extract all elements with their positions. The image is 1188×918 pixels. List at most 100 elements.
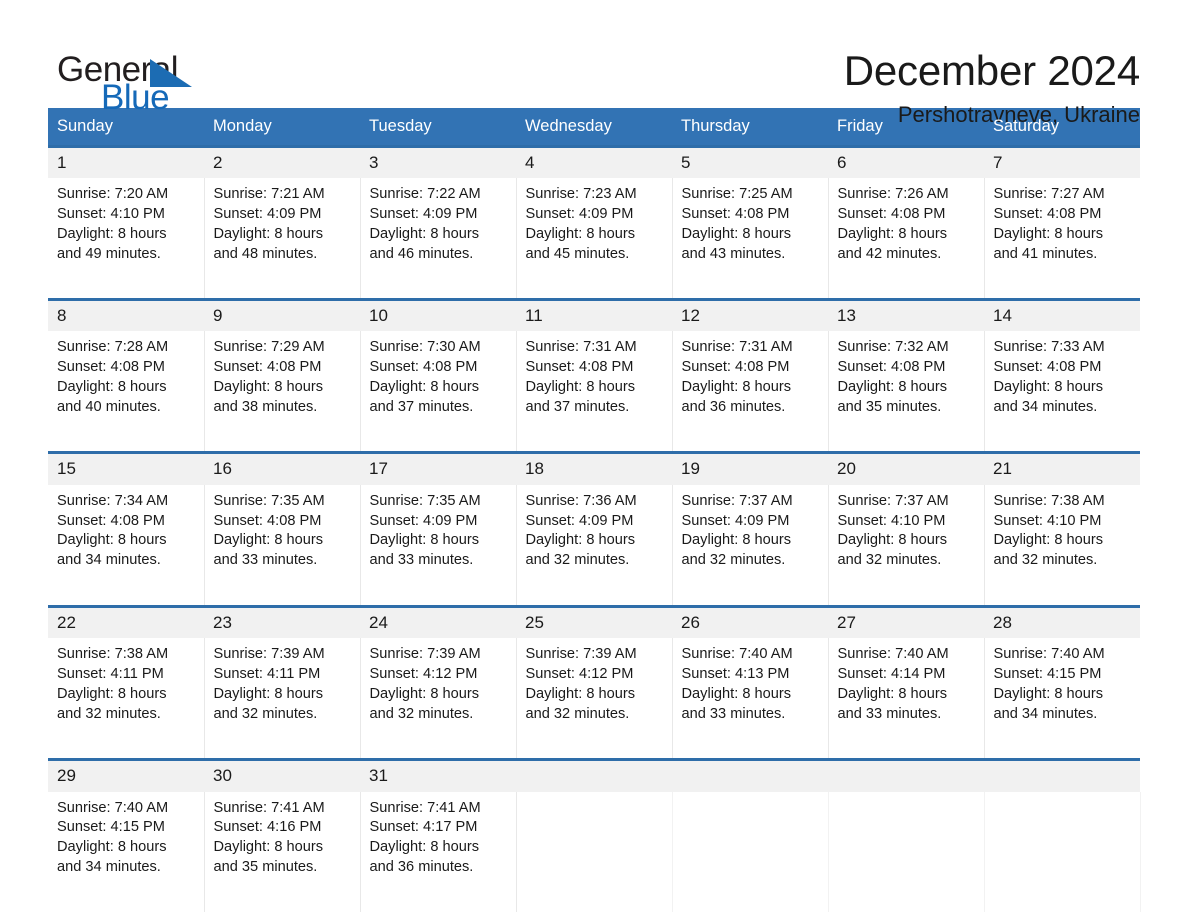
day-number[interactable]: 10 — [360, 298, 516, 332]
sunrise-text: Sunrise: 7:22 AM — [369, 186, 481, 203]
day-number[interactable]: 5 — [672, 144, 828, 179]
daylight-text-line2: and 40 minutes. — [57, 398, 161, 415]
daylight-text-line1: Daylight: 8 hours — [525, 685, 636, 702]
sunrise-text: Sunrise: 7:20 AM — [57, 186, 169, 203]
daylight-text-line1: Daylight: 8 hours — [369, 839, 480, 856]
day-number[interactable]: 1 — [48, 144, 204, 179]
daylight-text-line1: Daylight: 8 hours — [837, 379, 948, 396]
day-cell[interactable]: Sunrise: 7:22 AM Sunset: 4:09 PM Dayligh… — [360, 178, 517, 300]
day-number[interactable]: 4 — [516, 144, 672, 179]
day-number[interactable]: 15 — [48, 451, 204, 485]
week-info-row: Sunrise: 7:40 AM Sunset: 4:15 PM Dayligh… — [48, 791, 1141, 912]
sunset-text: Sunset: 4:15 PM — [993, 666, 1102, 683]
sunrise-text: Sunrise: 7:30 AM — [369, 339, 481, 356]
weekday-header-wednesday: Wednesday — [516, 108, 672, 147]
daylight-text-line1: Daylight: 8 hours — [993, 685, 1104, 702]
day-cell[interactable]: Sunrise: 7:41 AM Sunset: 4:16 PM Dayligh… — [204, 791, 361, 912]
day-cell[interactable]: Sunrise: 7:32 AM Sunset: 4:08 PM Dayligh… — [828, 331, 985, 453]
day-cell[interactable]: Sunrise: 7:39 AM Sunset: 4:12 PM Dayligh… — [360, 638, 517, 760]
day-cell[interactable]: Sunrise: 7:35 AM Sunset: 4:09 PM Dayligh… — [360, 484, 517, 607]
day-cell[interactable]: Sunrise: 7:27 AM Sunset: 4:08 PM Dayligh… — [984, 178, 1140, 300]
daylight-text-line2: and 34 minutes. — [993, 705, 1098, 722]
day-number[interactable]: 17 — [360, 451, 516, 485]
day-cell[interactable]: Sunrise: 7:38 AM Sunset: 4:10 PM Dayligh… — [984, 484, 1140, 607]
day-cell[interactable]: Sunrise: 7:30 AM Sunset: 4:08 PM Dayligh… — [360, 331, 517, 453]
day-number[interactable]: 27 — [828, 604, 984, 639]
day-cell[interactable]: Sunrise: 7:26 AM Sunset: 4:08 PM Dayligh… — [828, 178, 985, 300]
day-cell[interactable]: Sunrise: 7:33 AM Sunset: 4:08 PM Dayligh… — [984, 331, 1140, 453]
sunset-text: Sunset: 4:08 PM — [57, 512, 165, 529]
sunrise-text: Sunrise: 7:25 AM — [681, 186, 793, 203]
day-cell[interactable]: Sunrise: 7:36 AM Sunset: 4:09 PM Dayligh… — [516, 484, 673, 607]
day-number[interactable]: 16 — [204, 451, 360, 485]
sunrise-text: Sunrise: 7:38 AM — [57, 646, 169, 663]
day-number[interactable]: 11 — [516, 298, 672, 332]
day-cell[interactable]: Sunrise: 7:25 AM Sunset: 4:08 PM Dayligh… — [672, 178, 829, 300]
day-cell[interactable]: Sunrise: 7:40 AM Sunset: 4:15 PM Dayligh… — [48, 791, 205, 912]
sunset-text: Sunset: 4:09 PM — [213, 205, 322, 222]
sunrise-sunset-calendar: Sunday Monday Tuesday Wednesday Thursday… — [48, 108, 1141, 912]
sunrise-text: Sunrise: 7:40 AM — [57, 799, 169, 816]
sunrise-text: Sunrise: 7:41 AM — [369, 799, 481, 816]
day-number[interactable]: 18 — [516, 451, 672, 485]
week-date-row: 22 23 24 25 26 27 28 — [48, 604, 1140, 639]
daylight-text-line2: and 34 minutes. — [993, 398, 1098, 415]
day-number[interactable]: 2 — [204, 144, 360, 179]
day-cell[interactable]: Sunrise: 7:40 AM Sunset: 4:14 PM Dayligh… — [828, 638, 985, 760]
day-number[interactable]: 12 — [672, 298, 828, 332]
day-number[interactable]: 28 — [984, 604, 1140, 639]
day-cell[interactable]: Sunrise: 7:40 AM Sunset: 4:13 PM Dayligh… — [672, 638, 829, 760]
day-cell[interactable]: Sunrise: 7:21 AM Sunset: 4:09 PM Dayligh… — [204, 178, 361, 300]
day-number[interactable]: 13 — [828, 298, 984, 332]
day-cell[interactable]: Sunrise: 7:37 AM Sunset: 4:10 PM Dayligh… — [828, 484, 985, 607]
day-number[interactable]: 23 — [204, 604, 360, 639]
day-cell[interactable]: Sunrise: 7:40 AM Sunset: 4:15 PM Dayligh… — [984, 638, 1140, 760]
sunrise-text: Sunrise: 7:31 AM — [525, 339, 637, 356]
day-number[interactable]: 9 — [204, 298, 360, 332]
day-number[interactable]: 21 — [984, 451, 1140, 485]
sunset-text: Sunset: 4:08 PM — [993, 359, 1102, 376]
sunset-text: Sunset: 4:08 PM — [369, 359, 478, 376]
day-cell[interactable]: Sunrise: 7:31 AM Sunset: 4:08 PM Dayligh… — [672, 331, 829, 453]
day-number[interactable]: 22 — [48, 604, 204, 639]
day-cell[interactable]: Sunrise: 7:35 AM Sunset: 4:08 PM Dayligh… — [204, 484, 361, 607]
sunset-text: Sunset: 4:08 PM — [213, 512, 322, 529]
day-number[interactable]: 26 — [672, 604, 828, 639]
day-number[interactable]: 20 — [828, 451, 984, 485]
day-number[interactable]: 3 — [360, 144, 516, 179]
weekday-header-tuesday: Tuesday — [360, 108, 516, 147]
daylight-text-line1: Daylight: 8 hours — [57, 225, 167, 242]
day-cell[interactable]: Sunrise: 7:23 AM Sunset: 4:09 PM Dayligh… — [516, 178, 673, 300]
daylight-text-line1: Daylight: 8 hours — [525, 225, 636, 242]
daylight-text-line1: Daylight: 8 hours — [369, 225, 480, 242]
sunrise-text: Sunrise: 7:40 AM — [681, 646, 793, 663]
day-cell[interactable]: Sunrise: 7:28 AM Sunset: 4:08 PM Dayligh… — [48, 331, 205, 453]
page-title: December 2024 — [843, 47, 1140, 94]
daylight-text-line1: Daylight: 8 hours — [525, 379, 636, 396]
day-cell-empty — [828, 791, 985, 912]
day-cell[interactable]: Sunrise: 7:29 AM Sunset: 4:08 PM Dayligh… — [204, 331, 361, 453]
day-cell[interactable]: Sunrise: 7:39 AM Sunset: 4:11 PM Dayligh… — [204, 638, 361, 760]
day-cell[interactable]: Sunrise: 7:39 AM Sunset: 4:12 PM Dayligh… — [516, 638, 673, 760]
day-cell[interactable]: Sunrise: 7:38 AM Sunset: 4:11 PM Dayligh… — [48, 638, 205, 760]
day-number[interactable]: 8 — [48, 298, 204, 332]
day-number[interactable]: 7 — [984, 144, 1140, 179]
day-number[interactable]: 29 — [48, 758, 204, 792]
day-number[interactable]: 31 — [360, 758, 516, 792]
day-cell[interactable]: Sunrise: 7:37 AM Sunset: 4:09 PM Dayligh… — [672, 484, 829, 607]
day-number[interactable]: 30 — [204, 758, 360, 792]
day-number[interactable]: 14 — [984, 298, 1140, 332]
week-info-row: Sunrise: 7:34 AM Sunset: 4:08 PM Dayligh… — [48, 484, 1140, 607]
day-cell[interactable]: Sunrise: 7:31 AM Sunset: 4:08 PM Dayligh… — [516, 331, 673, 453]
sunset-text: Sunset: 4:09 PM — [525, 512, 634, 529]
day-number[interactable]: 24 — [360, 604, 516, 639]
day-number-empty — [516, 758, 672, 792]
day-cell[interactable]: Sunrise: 7:41 AM Sunset: 4:17 PM Dayligh… — [360, 791, 517, 912]
day-number[interactable]: 19 — [672, 451, 828, 485]
day-number[interactable]: 25 — [516, 604, 672, 639]
day-cell[interactable]: Sunrise: 7:20 AM Sunset: 4:10 PM Dayligh… — [48, 178, 205, 300]
sunrise-text: Sunrise: 7:36 AM — [525, 492, 637, 509]
day-cell[interactable]: Sunrise: 7:34 AM Sunset: 4:08 PM Dayligh… — [48, 484, 205, 607]
day-number-empty — [672, 758, 828, 792]
day-number[interactable]: 6 — [828, 144, 984, 179]
